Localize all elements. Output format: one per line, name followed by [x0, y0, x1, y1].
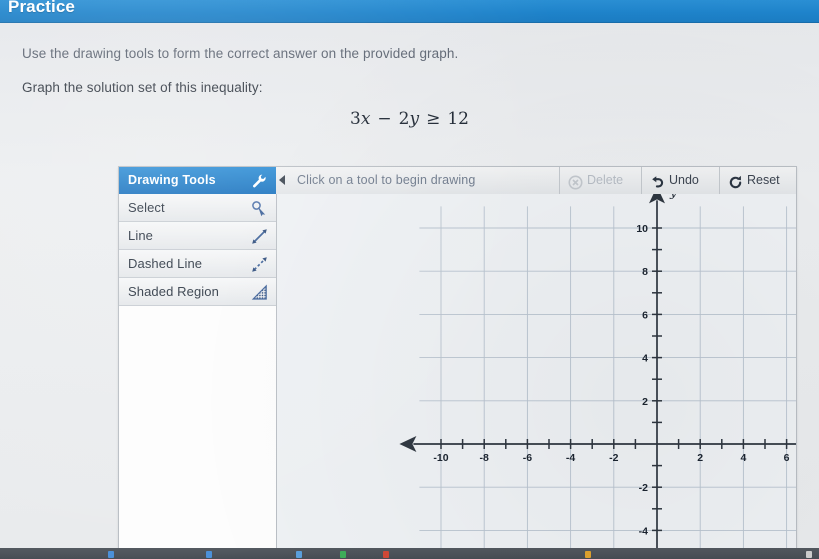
svg-text:4: 4	[642, 353, 648, 365]
taskbar-icon[interactable]	[383, 551, 389, 558]
app-header-bar: Practice	[0, 0, 819, 23]
svg-text:6: 6	[784, 452, 790, 464]
drawing-tools-label: Drawing Tools	[128, 173, 216, 187]
tool-item-select[interactable]: Select	[119, 194, 276, 222]
equation-right-side: 12	[447, 109, 469, 129]
svg-text:-4: -4	[639, 525, 648, 537]
tool-item-label: Shaded Region	[128, 284, 219, 299]
svg-text:-8: -8	[480, 452, 489, 464]
taskbar-icon[interactable]	[108, 551, 114, 558]
tool-item-shaded-region[interactable]: Shaded Region	[119, 278, 276, 306]
reset-button-label: Reset	[747, 173, 780, 187]
equation-relation-operator: ≥	[426, 109, 441, 129]
practice-screen: Practice Use the drawing tools to form t…	[0, 0, 819, 559]
widget-toolbar: Drawing Tools Click on a tool to begin d…	[119, 167, 796, 195]
prompt-text: Graph the solution set of this inequalit…	[22, 80, 263, 95]
undo-button[interactable]: Undo	[641, 167, 719, 194]
tool-hint-text: Click on a tool to begin drawing	[297, 173, 476, 187]
coordinate-graph[interactable]: xy-10-8-6-4-2246810108642-2-4	[277, 194, 796, 559]
taskbar-icon[interactable]	[206, 551, 212, 558]
tool-item-label: Dashed Line	[128, 256, 203, 271]
drawing-tool-widget: Drawing Tools Click on a tool to begin d…	[118, 166, 797, 559]
taskbar-icon[interactable]	[340, 551, 346, 558]
instruction-text: Use the drawing tools to form the correc…	[22, 46, 459, 61]
svg-text:4: 4	[740, 452, 746, 464]
svg-text:6: 6	[642, 309, 648, 321]
os-taskbar[interactable]	[0, 548, 819, 559]
tool-item-label: Line	[128, 228, 153, 243]
page-content: Use the drawing tools to form the correc…	[0, 23, 819, 559]
equation-variable-y: y	[409, 109, 420, 129]
equation-minus-operator: −	[377, 109, 392, 129]
collapse-panel-icon[interactable]	[279, 175, 285, 185]
svg-text:y: y	[669, 194, 677, 199]
inequality-expression: 3x −2y ≥12	[0, 109, 819, 129]
page-title: Practice	[8, 0, 75, 16]
svg-text:-2: -2	[609, 452, 618, 464]
shaded-region-icon	[251, 283, 268, 310]
delete-button[interactable]: Delete	[559, 167, 641, 194]
taskbar-icon[interactable]	[806, 551, 812, 558]
svg-text:10: 10	[636, 223, 648, 235]
svg-text:-2: -2	[639, 482, 648, 494]
svg-text:-10: -10	[433, 452, 448, 464]
tool-item-line[interactable]: Line	[119, 222, 276, 250]
tool-item-dashed-line[interactable]: Dashed Line	[119, 250, 276, 278]
equation-variable-x: x	[360, 109, 371, 129]
equation-coefficient-1: 3	[350, 109, 361, 129]
delete-button-label: Delete	[587, 173, 624, 187]
svg-text:8: 8	[642, 266, 648, 278]
taskbar-icon[interactable]	[585, 551, 591, 558]
taskbar-icon[interactable]	[296, 551, 302, 558]
svg-text:2: 2	[642, 396, 648, 408]
undo-button-label: Undo	[669, 173, 699, 187]
tool-list-panel: Select Line Dashed Line Shaded Region	[119, 194, 277, 559]
graph-canvas[interactable]: xy-10-8-6-4-2246810108642-2-4	[277, 194, 796, 559]
tool-item-label: Select	[128, 200, 165, 215]
drawing-tools-header[interactable]: Drawing Tools	[119, 167, 276, 194]
svg-text:-6: -6	[523, 452, 532, 464]
reset-button[interactable]: Reset	[719, 167, 796, 194]
svg-text:-4: -4	[566, 452, 575, 464]
svg-text:2: 2	[697, 452, 703, 464]
equation-coefficient-2: 2	[398, 109, 410, 129]
